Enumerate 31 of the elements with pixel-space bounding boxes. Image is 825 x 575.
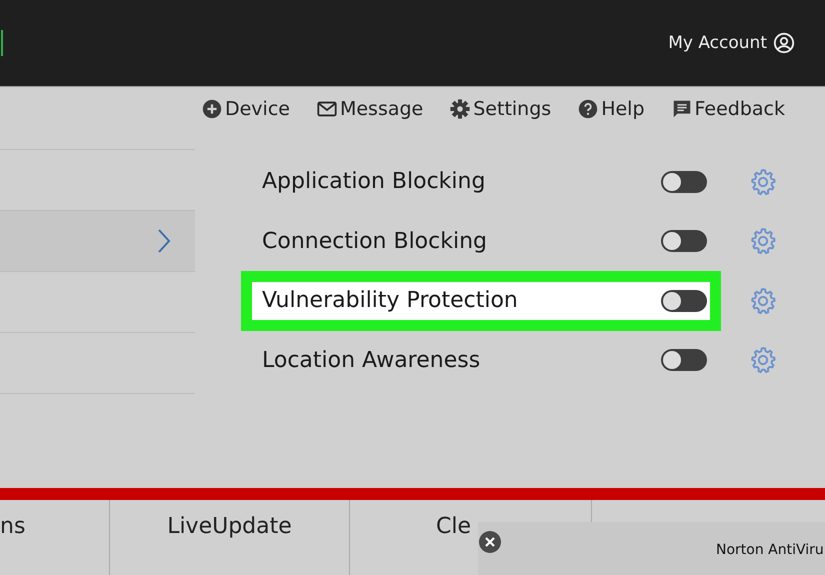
tab-label[interactable]: Cle: [436, 514, 472, 539]
tab-label[interactable]: LiveUpdate: [167, 514, 292, 539]
tab-label[interactable]: ns: [0, 514, 26, 539]
feedback-button[interactable]: Feedback: [670, 98, 785, 120]
toggle-switch[interactable]: [661, 349, 707, 372]
account-link[interactable]: My Account: [668, 33, 767, 53]
feature-label: Location Awareness: [262, 348, 482, 373]
settings-icon[interactable]: [748, 166, 778, 197]
toggle-switch[interactable]: [661, 290, 707, 312]
settings-icon[interactable]: [748, 345, 778, 376]
account-icon[interactable]: [773, 32, 795, 54]
close-icon[interactable]: [478, 530, 502, 554]
help-icon: [577, 98, 600, 120]
settings-icon: [449, 98, 472, 120]
notification-title: Norton AntiViru: [716, 542, 824, 558]
settings-button[interactable]: Settings: [449, 98, 552, 120]
feature-label: Connection Blocking: [262, 228, 488, 254]
device-icon: [200, 98, 223, 120]
help-button[interactable]: Help: [577, 98, 645, 120]
message-button[interactable]: Message: [316, 98, 424, 120]
sidebar-item[interactable]: [0, 210, 195, 271]
brand-mark: [1, 30, 3, 56]
feature-label: Vulnerability Protection: [262, 288, 519, 314]
toggle-switch[interactable]: [661, 170, 707, 193]
chevron-right-icon: [157, 228, 171, 254]
toggle-switch[interactable]: [661, 230, 707, 252]
device-button[interactable]: Device: [200, 98, 290, 120]
settings-icon[interactable]: [748, 286, 778, 316]
feedback-icon: [670, 98, 693, 120]
settings-icon[interactable]: [748, 226, 778, 256]
feature-label: Application Blocking: [262, 169, 486, 194]
